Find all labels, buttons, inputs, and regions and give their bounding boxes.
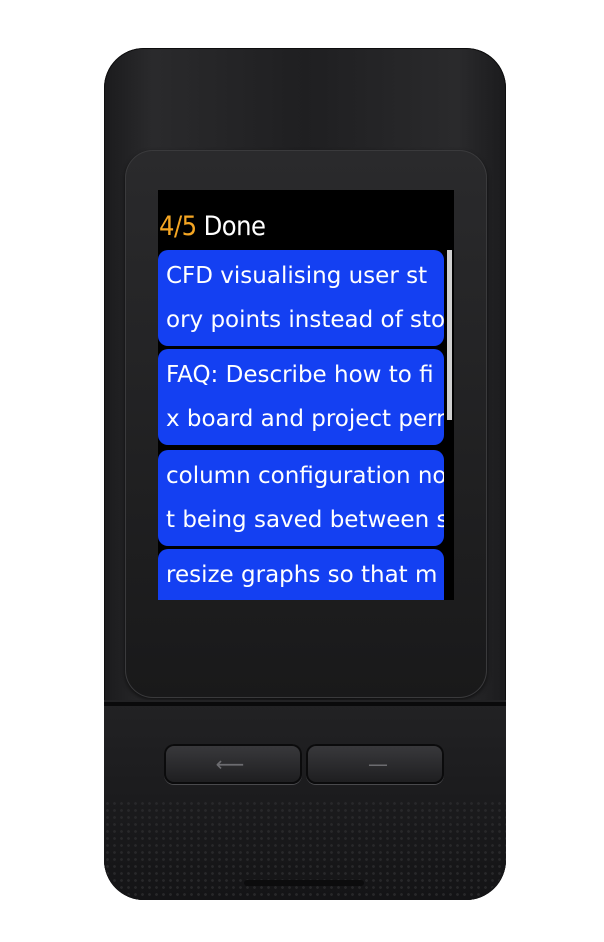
card-text-line: resize graphs so that m — [166, 562, 438, 588]
card-item[interactable]: FAQ: Describe how to fi x board and proj… — [158, 349, 444, 445]
card-text-line: ory points instead of sto — [166, 307, 444, 333]
column-count: 4/5 — [159, 210, 197, 242]
scrollbar[interactable] — [447, 250, 452, 420]
screen-header: 4/5 Done — [158, 206, 266, 246]
watch-screen: 4/5 Done CFD visualising user st ory poi… — [158, 190, 454, 600]
card-text-line — [166, 597, 444, 600]
back-button[interactable]: ⟵ — [164, 744, 302, 784]
card-item[interactable]: CFD visualising user st ory points inste… — [158, 250, 444, 346]
card-text-line: column configuration no — [166, 463, 444, 489]
card-list[interactable]: CFD visualising user st ory points inste… — [158, 250, 446, 600]
housing-seam — [104, 702, 506, 706]
stage: 4/5 Done CFD visualising user st ory poi… — [0, 0, 604, 942]
back-arrow-icon: ⟵ — [215, 752, 245, 776]
dash-icon: — — [368, 752, 388, 776]
card-text-line: FAQ: Describe how to fi — [166, 362, 434, 388]
next-button[interactable]: — — [306, 744, 444, 784]
card-text-line: t being saved between se — [166, 507, 444, 533]
strap-slot — [244, 880, 364, 886]
column-title: Done — [203, 210, 266, 242]
card-text-line: x board and project perm — [166, 406, 444, 432]
card-text-line: CFD visualising user st — [166, 263, 428, 289]
card-item[interactable]: resize graphs so that m — [158, 549, 444, 600]
card-item[interactable]: column configuration no t being saved be… — [158, 450, 444, 546]
